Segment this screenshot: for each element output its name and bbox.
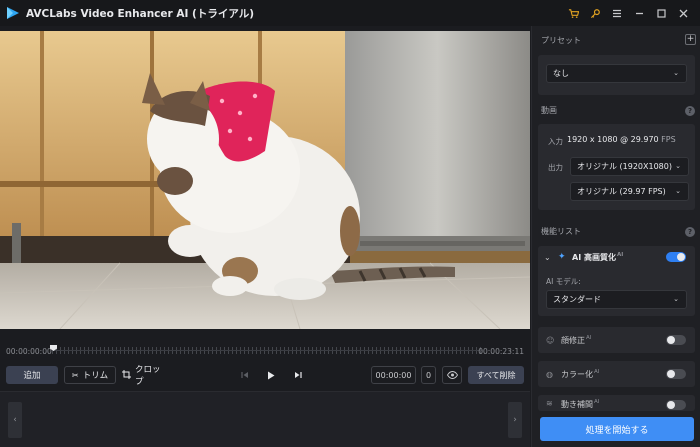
- input-resolution: 1920 x 1080 @ 29.970 FPS: [567, 135, 676, 144]
- crop-icon: [122, 369, 131, 381]
- chevron-left-icon[interactable]: ‹: [8, 402, 22, 438]
- crop-label: クロップ: [135, 365, 161, 387]
- ai-enhance-card: ⌄ ✦ AI 高画質化AI AI モデル: スタンダード ⌄: [538, 246, 695, 316]
- output-resolution-select[interactable]: オリジナル (1920X1080) ⌄: [570, 157, 689, 176]
- video-frame-image: [0, 31, 530, 329]
- ai-enhance-name: AI 高画質化: [572, 253, 616, 262]
- trim-label: トリム: [82, 371, 109, 381]
- minimize-icon[interactable]: [628, 0, 650, 26]
- play-button[interactable]: [262, 366, 280, 384]
- output-resolution-value: オリジナル (1920X1080): [577, 162, 672, 171]
- colorize-feature-row[interactable]: ◍ カラー化AI: [538, 361, 695, 387]
- key-icon[interactable]: [584, 0, 606, 26]
- face-feature-name: 顔修正AI: [561, 335, 591, 346]
- next-frame-button[interactable]: [289, 366, 307, 384]
- input-fps-unit: FPS: [661, 135, 676, 144]
- motion-name: 動き補間: [561, 400, 593, 409]
- colorize-feature-name: カラー化AI: [561, 369, 599, 380]
- add-preset-icon[interactable]: +: [685, 34, 696, 45]
- motion-toggle[interactable]: [666, 400, 686, 410]
- ai-model-label: AI モデル:: [546, 277, 581, 286]
- skip-back-icon: [241, 372, 248, 378]
- trim-button[interactable]: ✂ トリム: [64, 366, 116, 384]
- palette-icon: ◍: [546, 369, 553, 379]
- preset-section-label: プリセット: [541, 36, 581, 45]
- start-processing-button[interactable]: 処理を開始する: [540, 417, 694, 441]
- play-icon: [268, 371, 275, 379]
- frame-field[interactable]: 0: [421, 366, 436, 384]
- delete-all-button[interactable]: すべて削除: [468, 366, 524, 384]
- chevron-down-icon[interactable]: ⌄: [544, 253, 551, 262]
- output-fps-value: オリジナル (29.97 FPS): [577, 187, 666, 196]
- face-toggle[interactable]: [666, 335, 686, 345]
- settings-panel: プリセット + なし ⌄ 動画 ? 入力 1920 x 1080 @ 29.97…: [531, 26, 700, 447]
- preset-value: なし: [553, 69, 569, 78]
- add-button[interactable]: 追加: [6, 366, 58, 384]
- output-label: 出力: [548, 163, 563, 172]
- face-feature-row[interactable]: ☺ 顔修正AI: [538, 327, 695, 353]
- eye-icon: [446, 371, 458, 379]
- video-section-label: 動画: [541, 106, 557, 115]
- output-fps-select[interactable]: オリジナル (29.97 FPS) ⌄: [570, 182, 689, 201]
- preset-card: なし ⌄: [538, 55, 695, 95]
- previous-frame-button[interactable]: [236, 366, 254, 384]
- scissors-icon: ✂: [71, 370, 79, 380]
- chevron-down-icon: ⌄: [675, 187, 681, 195]
- features-section-label: 機能リスト: [541, 227, 581, 236]
- clip-strip: ‹ ›: [0, 391, 530, 447]
- features-help-icon[interactable]: ?: [685, 227, 695, 237]
- app-title: AVCLabs Video Enhancer AI (トライアル): [26, 7, 255, 20]
- colorize-name: カラー化: [561, 369, 593, 379]
- preset-select[interactable]: なし ⌄: [546, 64, 687, 83]
- ai-enhance-title: AI 高画質化AI: [572, 252, 623, 263]
- skip-forward-icon: [295, 372, 302, 378]
- crop-button[interactable]: クロップ: [122, 365, 168, 387]
- cart-icon[interactable]: [562, 0, 584, 26]
- timeline-end-time: 00:00:23:11: [478, 347, 524, 356]
- chevron-down-icon: ⌄: [673, 69, 679, 77]
- ai-enhance-toggle[interactable]: [666, 252, 686, 262]
- input-label: 入力: [548, 137, 563, 146]
- motion-icon: ≋: [546, 399, 553, 408]
- chevron-right-icon[interactable]: ›: [508, 402, 522, 438]
- ai-badge: AI: [616, 252, 624, 259]
- maximize-icon[interactable]: [650, 0, 672, 26]
- timeline[interactable]: 00:00:00:00 00:00:23:11: [0, 337, 530, 359]
- app-logo-icon: [7, 7, 19, 19]
- motion-feature-name: 動き補間AI: [561, 399, 599, 410]
- input-resolution-value: 1920 x 1080 @ 29.970: [567, 135, 659, 144]
- editor-toolbar: 追加 ✂ トリム クロップ 00:00:00 0 すべて削除: [0, 363, 530, 387]
- sparkle-icon: ✦: [558, 252, 566, 262]
- ai-badge: AI: [594, 399, 600, 406]
- ai-badge: AI: [586, 334, 592, 341]
- menu-icon[interactable]: [606, 0, 628, 26]
- timeline-start-time: 00:00:00:00: [6, 347, 52, 356]
- face-name: 顔修正: [561, 335, 585, 345]
- ai-model-value: スタンダード: [553, 295, 601, 304]
- close-icon[interactable]: [672, 0, 694, 26]
- ai-model-select[interactable]: スタンダード ⌄: [546, 290, 687, 309]
- preview-toggle-button[interactable]: [442, 366, 462, 384]
- video-help-icon[interactable]: ?: [685, 106, 695, 116]
- ai-badge: AI: [594, 368, 600, 375]
- chevron-down-icon: ⌄: [673, 295, 679, 303]
- chevron-down-icon: ⌄: [675, 162, 681, 170]
- video-card: 入力 1920 x 1080 @ 29.970 FPS 出力 オリジナル (19…: [538, 124, 695, 210]
- video-preview[interactable]: [0, 31, 530, 329]
- current-time-field[interactable]: 00:00:00: [371, 366, 416, 384]
- title-bar: AVCLabs Video Enhancer AI (トライアル): [0, 0, 700, 26]
- timeline-track[interactable]: [52, 350, 482, 351]
- face-icon: ☺: [546, 335, 555, 345]
- colorize-toggle[interactable]: [666, 369, 686, 379]
- motion-feature-row[interactable]: ≋ 動き補間AI: [538, 395, 695, 411]
